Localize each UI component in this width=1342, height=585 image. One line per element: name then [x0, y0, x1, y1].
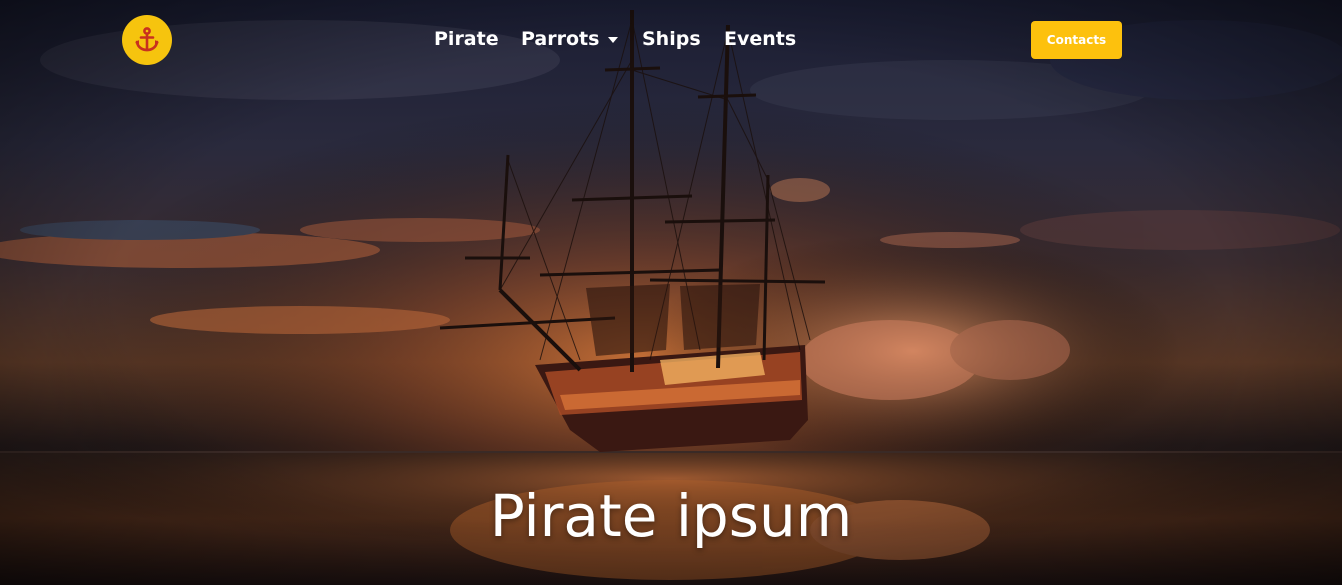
- nav-item-label: Ships: [642, 28, 701, 50]
- nav-item-parrots[interactable]: Parrots: [521, 28, 642, 50]
- nav-item-ships[interactable]: Ships: [642, 28, 724, 50]
- nav-item-label: Events: [724, 28, 797, 50]
- nav-item-pirate[interactable]: Pirate: [434, 28, 521, 50]
- nav-item-events[interactable]: Events: [724, 28, 796, 50]
- logo-button[interactable]: [122, 15, 172, 65]
- nav-item-label: Parrots: [521, 28, 600, 50]
- navbar: Pirate Parrots Ships Events Contacts: [0, 0, 1342, 82]
- anchor-icon: [135, 27, 159, 52]
- hero-section: Pirate Parrots Ships Events Contacts Pir…: [0, 0, 1342, 585]
- contacts-button[interactable]: Contacts: [1031, 21, 1122, 59]
- main-nav: Pirate Parrots Ships Events: [434, 28, 796, 50]
- caret-down-icon: [608, 37, 619, 43]
- hero-title: Pirate ipsum: [489, 482, 853, 550]
- nav-item-label: Pirate: [434, 28, 499, 50]
